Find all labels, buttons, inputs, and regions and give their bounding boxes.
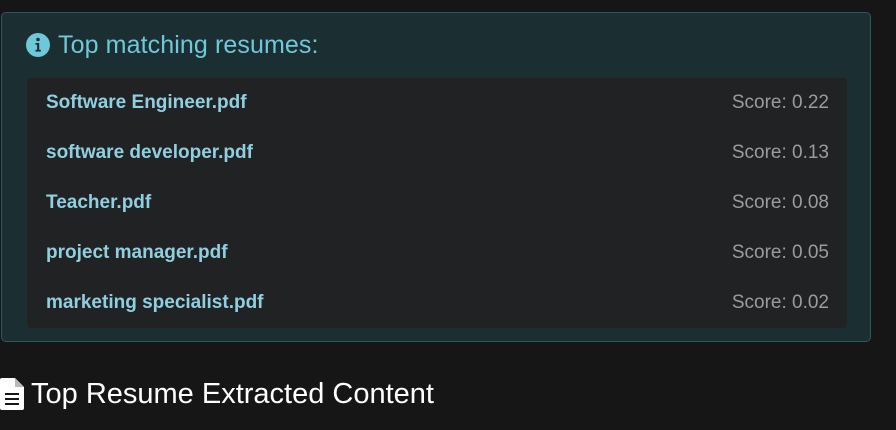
score-value: Score: 0.08 (731, 192, 829, 213)
section-title: Top Resume Extracted Content (31, 377, 434, 410)
resume-link[interactable]: Software Engineer.pdf (46, 92, 247, 114)
file-text-icon (0, 378, 24, 410)
list-item: software developer.pdf Score: 0.13 (27, 128, 847, 178)
score-value: Score: 0.02 (731, 292, 829, 313)
section-heading: Top Resume Extracted Content (0, 374, 434, 414)
list-item: Software Engineer.pdf Score: 0.22 (27, 78, 847, 128)
score-value: Score: 0.22 (731, 92, 829, 113)
info-circle-icon (26, 33, 50, 57)
resume-link[interactable]: Teacher.pdf (46, 192, 151, 214)
score-value: Score: 0.05 (731, 242, 829, 263)
score-value: Score: 0.13 (731, 142, 829, 163)
list-item: Teacher.pdf Score: 0.08 (27, 178, 847, 228)
results-alert: Top matching resumes: Software Engineer.… (1, 12, 871, 342)
list-item: project manager.pdf Score: 0.05 (27, 228, 847, 278)
alert-title: Top matching resumes: (58, 30, 319, 59)
resume-link[interactable]: software developer.pdf (46, 142, 253, 164)
resume-link[interactable]: project manager.pdf (46, 242, 228, 264)
alert-header: Top matching resumes: (26, 30, 319, 60)
results-list: Software Engineer.pdf Score: 0.22 softwa… (27, 78, 847, 328)
resume-link[interactable]: marketing specialist.pdf (46, 292, 264, 314)
list-item: marketing specialist.pdf Score: 0.02 (27, 278, 847, 328)
